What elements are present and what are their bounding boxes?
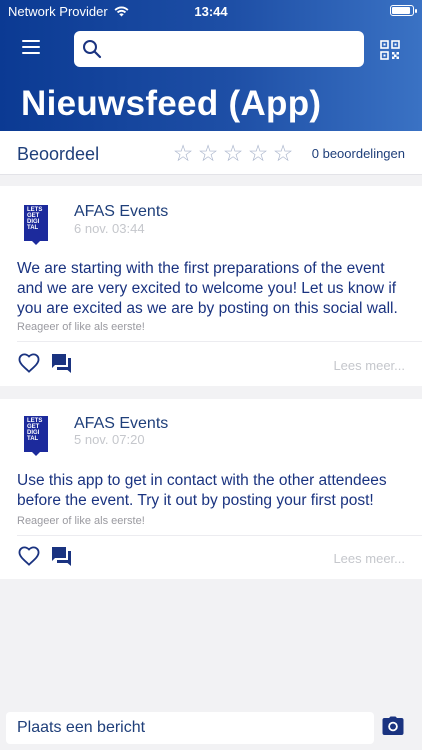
status-bar: Network Provider 13:44 xyxy=(0,0,422,22)
post-divider xyxy=(17,535,422,536)
post-body: Use this app to get in contact with the … xyxy=(17,472,387,509)
comment-icon[interactable] xyxy=(50,353,72,375)
battery-level xyxy=(392,7,410,14)
heart-icon[interactable] xyxy=(18,546,40,566)
post-body: We are starting with the first preparati… xyxy=(17,260,398,317)
post-date: 5 nov. 07:20 xyxy=(74,432,145,447)
comment-icon[interactable] xyxy=(50,546,72,568)
rating-label: Beoordeel xyxy=(17,144,100,164)
app-header: Network Provider 13:44 Nieuwsfeed (App) xyxy=(0,0,422,131)
search-input[interactable] xyxy=(108,37,348,61)
post-author: AFAS Events xyxy=(74,415,169,432)
read-more-link[interactable]: Lees meer... xyxy=(333,358,405,373)
reply-hint: Reageer of like als eerste! xyxy=(17,515,145,527)
star-icon[interactable]: ☆ xyxy=(197,142,219,165)
search-icon xyxy=(83,40,102,59)
heart-icon[interactable] xyxy=(18,353,40,373)
post-divider xyxy=(17,341,422,342)
page-title: Nieuwsfeed (App) xyxy=(21,84,322,123)
post-date: 6 nov. 03:44 xyxy=(74,221,145,236)
avatar: LETS GET DIGI TAL xyxy=(24,205,48,245)
rating-bar: Beoordeel ☆ ☆ ☆ ☆ ☆ 0 beoordelingen xyxy=(0,131,422,175)
star-icon[interactable]: ☆ xyxy=(172,142,194,165)
camera-icon[interactable] xyxy=(382,716,404,736)
status-time: 13:44 xyxy=(194,4,228,19)
search-bar[interactable] xyxy=(74,31,364,67)
post-composer-input[interactable]: Plaats een bericht xyxy=(6,712,374,744)
feed-post: LETS GET DIGI TAL AFAS Events 6 nov. 03:44 … xyxy=(0,186,422,386)
feed-post: LETS GET DIGI TAL AFAS Events 5 nov. 07:20 … xyxy=(0,399,422,579)
read-more-link[interactable]: Lees meer... xyxy=(333,551,405,566)
battery-icon xyxy=(390,5,417,16)
reply-hint: Reageer of like als eerste! xyxy=(17,321,145,333)
post-author: AFAS Events xyxy=(74,203,169,220)
star-icon[interactable]: ☆ xyxy=(272,142,294,165)
rating-count: 0 beoordelingen xyxy=(311,146,405,161)
qr-code-icon[interactable] xyxy=(380,40,400,60)
hamburger-menu-icon[interactable] xyxy=(22,40,40,54)
star-icon[interactable]: ☆ xyxy=(222,142,244,165)
rating-stars: ☆ ☆ ☆ ☆ ☆ xyxy=(172,142,294,165)
star-icon[interactable]: ☆ xyxy=(247,142,269,165)
avatar: LETS GET DIGI TAL xyxy=(24,416,48,456)
